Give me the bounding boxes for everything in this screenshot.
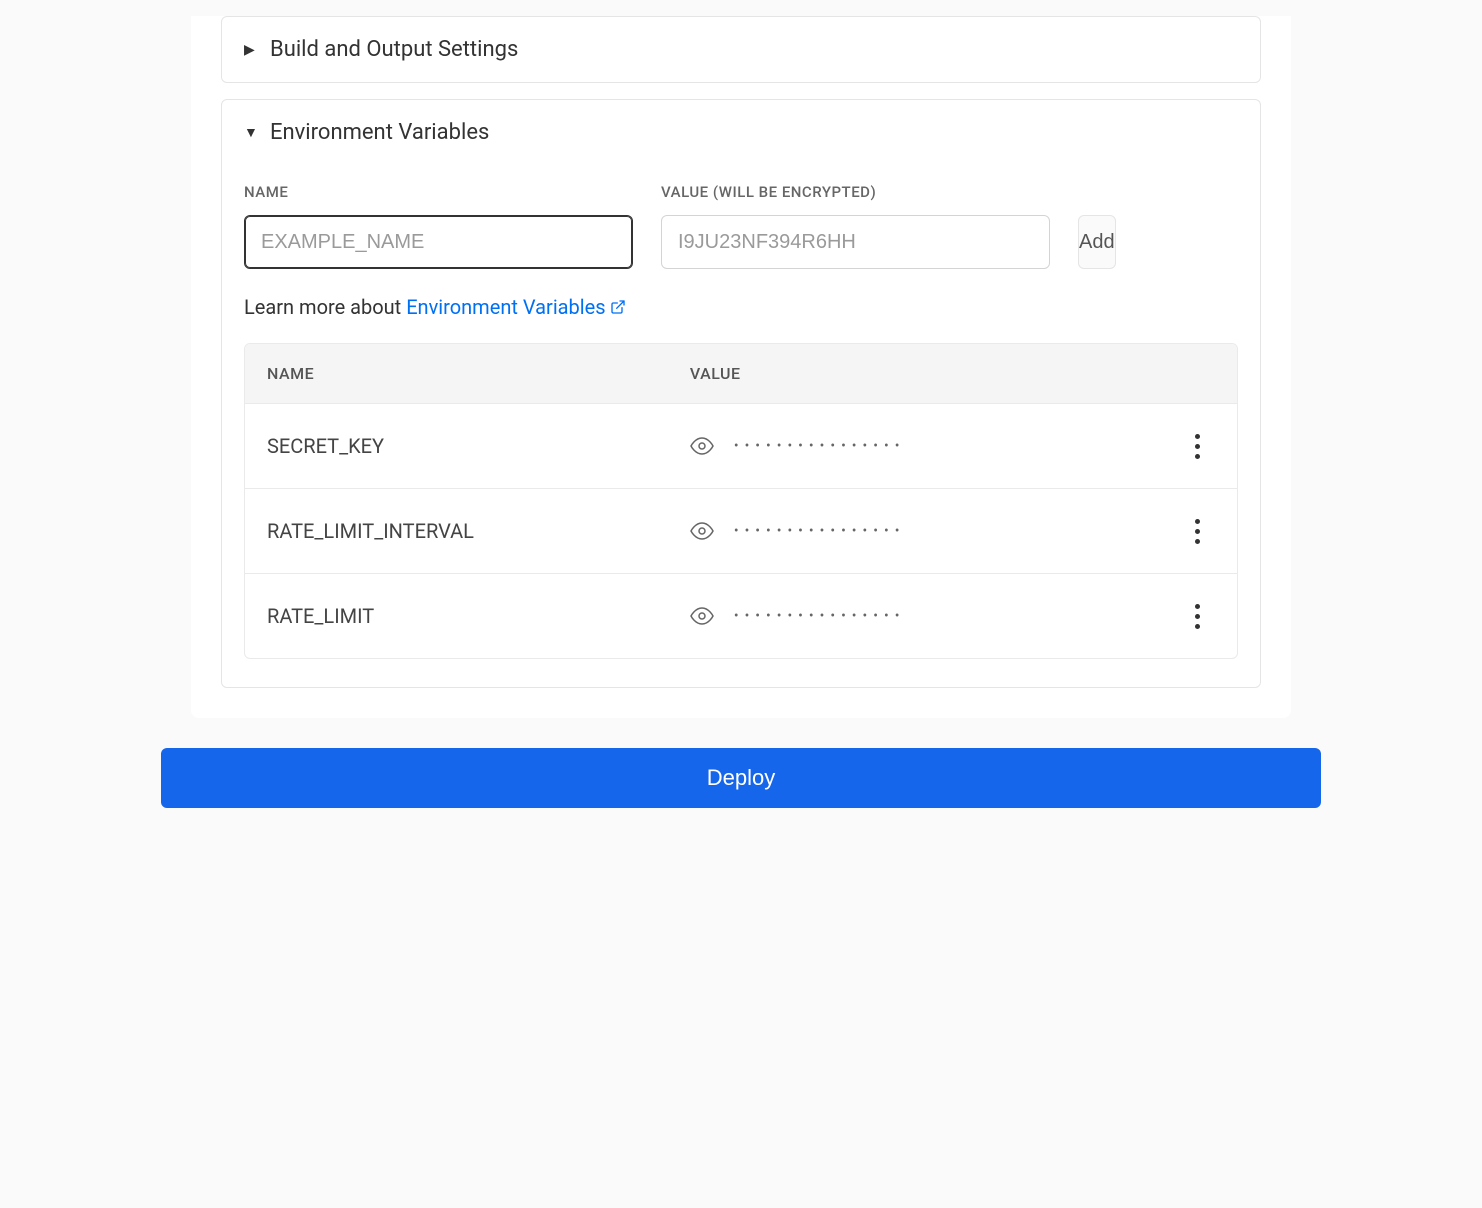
table-value-header: VALUE — [690, 364, 1155, 383]
value-field-group: Value (will be encrypted) — [661, 183, 1050, 269]
table-row: RATE_LIMIT •••••••••••••••• — [245, 573, 1237, 658]
env-var-name: RATE_LIMIT — [267, 604, 690, 628]
env-var-masked-value: •••••••••••••••• — [734, 439, 906, 453]
learn-more-link[interactable]: Environment Variables — [406, 295, 625, 319]
env-var-masked-value: •••••••••••••••• — [734, 524, 906, 538]
eye-icon[interactable] — [690, 604, 714, 628]
env-vars-title: Environment Variables — [270, 120, 489, 145]
deploy-button[interactable]: Deploy — [161, 748, 1321, 808]
learn-more-text: Learn more about Environment Variables — [244, 295, 1238, 319]
add-env-var-button[interactable]: Add — [1078, 215, 1116, 269]
env-vars-table-header: NAME VALUE — [245, 344, 1237, 403]
config-container: ▶ Build and Output Settings ▼ Environmen… — [191, 16, 1291, 718]
env-name-input[interactable] — [244, 215, 633, 269]
build-settings-panel: ▶ Build and Output Settings — [221, 16, 1261, 83]
chevron-down-icon: ▼ — [244, 124, 258, 141]
env-var-name: SECRET_KEY — [267, 434, 690, 458]
eye-icon[interactable] — [690, 434, 714, 458]
env-vars-body: Name Value (will be encrypted) Add Learn… — [222, 165, 1260, 687]
name-field-label: Name — [244, 183, 633, 201]
build-settings-toggle[interactable]: ▶ Build and Output Settings — [222, 17, 1260, 82]
env-var-input-row: Name Value (will be encrypted) Add — [244, 183, 1238, 269]
eye-icon[interactable] — [690, 519, 714, 543]
table-row: SECRET_KEY •••••••••••••••• — [245, 403, 1237, 488]
env-var-value-cell: •••••••••••••••• — [690, 604, 1155, 628]
env-var-value-cell: •••••••••••••••• — [690, 434, 1155, 458]
env-var-name: RATE_LIMIT_INTERVAL — [267, 519, 690, 543]
env-value-input[interactable] — [661, 215, 1050, 269]
env-var-value-cell: •••••••••••••••• — [690, 519, 1155, 543]
env-vars-panel: ▼ Environment Variables Name Value (will… — [221, 99, 1261, 688]
name-field-group: Name — [244, 183, 633, 269]
chevron-right-icon: ▶ — [244, 42, 258, 58]
value-field-label: Value (will be encrypted) — [661, 183, 1050, 201]
env-vars-toggle[interactable]: ▼ Environment Variables — [222, 100, 1260, 165]
row-menu-button[interactable] — [1179, 513, 1215, 549]
env-vars-table: NAME VALUE SECRET_KEY••••••••••••••••RAT… — [244, 343, 1238, 659]
external-link-icon — [610, 299, 626, 315]
table-row: RATE_LIMIT_INTERVAL •••••••••••••••• — [245, 488, 1237, 573]
learn-more-prefix: Learn more about — [244, 295, 406, 319]
add-button-group: Add — [1078, 215, 1238, 269]
env-var-masked-value: •••••••••••••••• — [734, 609, 906, 623]
row-menu-button[interactable] — [1179, 598, 1215, 634]
row-menu-button[interactable] — [1179, 428, 1215, 464]
table-name-header: NAME — [267, 364, 690, 383]
build-settings-title: Build and Output Settings — [270, 37, 518, 62]
